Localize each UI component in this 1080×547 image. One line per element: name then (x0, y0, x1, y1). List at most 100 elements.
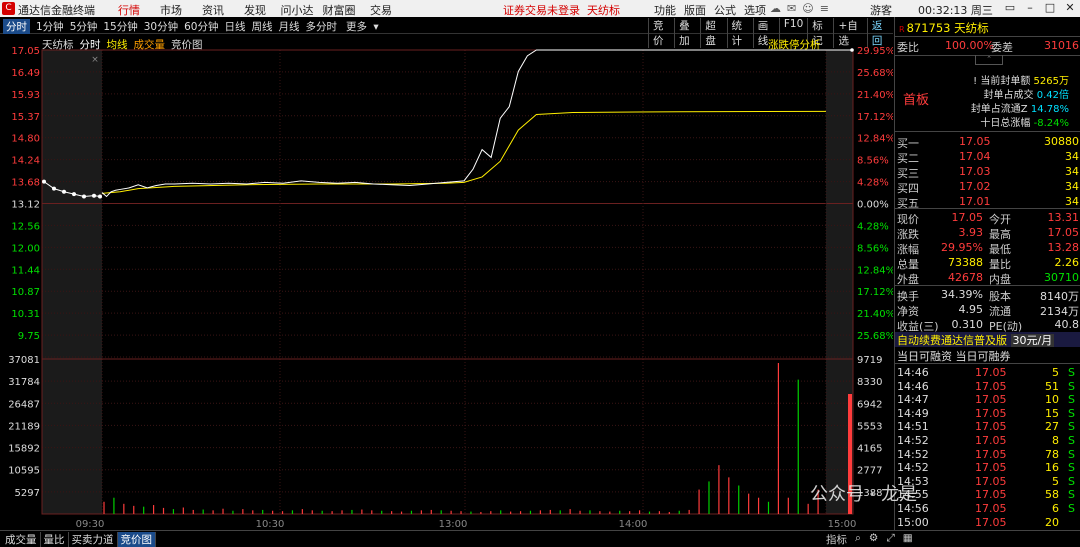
fundamental-row: 收益(三) 0.310 PE(动) 40.8 (897, 318, 1079, 333)
menu-icon[interactable]: ≡ (820, 2, 829, 15)
tab-15min[interactable]: 15分钟 (103, 19, 137, 34)
pct-tick-label: 17.12% (857, 112, 893, 123)
price-tick-label: 14.80 (11, 134, 40, 145)
legend-avg-line: 均线 (106, 39, 128, 51)
cloud-icon[interactable]: ☁ (770, 2, 781, 15)
tab-5min[interactable]: 5分钟 (70, 19, 98, 34)
tab-monthly[interactable]: 月线 (279, 19, 300, 34)
window-controls: ▭ – □ ✕ (1000, 1, 1080, 14)
price-tick-label: 11.44 (11, 265, 40, 276)
menu-trade[interactable]: 交易 (360, 2, 402, 18)
time-tick-label: 13:00 (439, 519, 468, 530)
top-right-menu: 功能 版面 公式 选项 (650, 2, 770, 18)
menu-wealth[interactable]: 财富圈 (318, 2, 360, 18)
tab-multi-intraday[interactable]: 多分时 (306, 19, 338, 34)
pin-icon[interactable]: ▭ (1000, 1, 1020, 14)
quote-row: 外盘 42678 内盘 30710 (897, 271, 1079, 286)
pct-tick-label: 12.84% (857, 134, 893, 145)
quote-panel: R 871753 天纺标 委比 100.00% 委差 31016 ⌃ ! 当前封单… (894, 17, 1080, 530)
tab-intraday[interactable]: 分时 (3, 19, 30, 34)
volume-tick-label: 26487 (8, 399, 40, 410)
clock: 00:32:13 周三 (918, 4, 993, 17)
tab-more[interactable]: 更多 ▾ (343, 19, 379, 34)
stock-code-name[interactable]: R 871753 天纺标 (899, 20, 989, 36)
app-name: 通达信金融终端 (18, 4, 95, 17)
menu-options[interactable]: 选项 (740, 2, 770, 18)
subscription-banner[interactable]: 自动续费通达信普及版 30元/月 (895, 332, 1080, 347)
menu-discover[interactable]: 发现 (234, 2, 276, 18)
price-tick-label: 17.05 (11, 46, 40, 57)
pct-tick-label: 4.28% (857, 178, 889, 189)
auction-point (98, 194, 102, 199)
time-tick-label: 15:00 (828, 519, 857, 530)
pre-auction-area (42, 50, 102, 514)
user-icon[interactable]: ☺ (802, 2, 813, 15)
legend-auction[interactable]: 竞价图 (171, 37, 203, 52)
chart-toolbar: 分时 1分钟 5分钟 15分钟 30分钟 60分钟 日线 周线 月线 多分时 更… (0, 17, 893, 48)
time-tick-label: 09:30 (76, 519, 105, 530)
auction-point (62, 189, 66, 194)
menu-function[interactable]: 功能 (650, 2, 680, 18)
tab-weekly[interactable]: 周线 (252, 19, 273, 34)
volume-tick-label: 6942 (857, 399, 882, 410)
post-auction-point (850, 48, 854, 52)
chart-header: 天纺标 分时 均线 成交量 竞价图 (42, 37, 203, 52)
volume-tick-label: 31784 (8, 377, 40, 388)
app-logo: C (2, 2, 15, 15)
volume-tick-label: 4165 (857, 444, 882, 455)
chart-mode: 分时 (79, 39, 101, 51)
volume-tick-label: 8330 (857, 377, 882, 388)
chart-stock-name: 天纺标 (42, 39, 74, 51)
auction-point (42, 179, 46, 184)
pct-tick-label: 8.56% (857, 156, 889, 167)
chart-border (41, 49, 854, 515)
menu-layout[interactable]: 版面 (680, 2, 710, 18)
menu-news[interactable]: 资讯 (192, 2, 234, 18)
watermark: 公众号 · 龙是 (810, 484, 918, 505)
quote-row: 涨幅 29.95% 最低 13.28 (897, 241, 1079, 256)
menu-formula[interactable]: 公式 (710, 2, 740, 18)
volume-tick-label: 2777 (857, 466, 882, 477)
price-tick-label: 12.56 (11, 221, 40, 232)
trade-row: 14:53 17.05 5 S (897, 474, 1075, 488)
toolbar-icons: ☁ ✉ ☺ ≡ (770, 2, 829, 15)
guest-label[interactable]: 游客 (870, 2, 892, 18)
bid-row[interactable]: 买三 17.03 34 (897, 165, 1079, 180)
bid-row[interactable]: 买四 17.02 34 (897, 180, 1079, 195)
maximize-icon[interactable]: □ (1040, 1, 1060, 14)
trade-row: 14:49 17.05 15 S (897, 406, 1075, 420)
margin-info: 当日可融资 当日可融券 (897, 350, 1011, 363)
tab-30min[interactable]: 30分钟 (144, 19, 178, 34)
pct-tick-label: 0.00% (857, 200, 889, 211)
main-menu: 行情 市场 资讯 发现 问小达 财富圈 交易 (108, 2, 402, 18)
tab-60min[interactable]: 60分钟 (184, 19, 218, 34)
tab-1min[interactable]: 1分钟 (36, 19, 64, 34)
minimize-icon[interactable]: – (1020, 1, 1040, 14)
intraday-chart[interactable]: 17.05 16.49 15.93 15.37 14.80 14.24 13.68 13.12… (0, 34, 893, 530)
limit-analysis-button[interactable]: 涨跌停分析 (768, 37, 821, 52)
menu-ask[interactable]: 问小达 (276, 2, 318, 18)
close-icon[interactable]: ✕ (1060, 1, 1080, 14)
price-tick-label: 12.00 (11, 243, 40, 254)
seal-amount: ! 当前封单额 5265万 (973, 76, 1069, 87)
volume-tick-label: 21189 (8, 421, 40, 432)
volume-tick-label: 5297 (15, 488, 40, 499)
menu-market-quotes[interactable]: 行情 (108, 2, 150, 18)
login-notice[interactable]: 证券交易未登录 天纺标 (503, 2, 620, 18)
auction-point (52, 186, 56, 191)
bid-row[interactable]: 买二 17.04 34 (897, 150, 1079, 165)
menu-market[interactable]: 市场 (150, 2, 192, 18)
order-ratio-row: 委比 100.00% 委差 31016 (897, 39, 1079, 54)
price-tick-label: 10.87 (11, 287, 40, 298)
tab-daily[interactable]: 日线 (225, 19, 246, 34)
chat-icon[interactable]: ✉ (787, 2, 796, 15)
price-tick-label: 9.75 (18, 331, 40, 342)
volume-tick-label: 15892 (8, 444, 40, 455)
seal-vs-float: 封单占流通Z 14.78% (970, 104, 1069, 115)
trade-row: 15:00 17.05 20 (897, 515, 1059, 529)
trade-row: 14:52 17.05 78 S (897, 447, 1075, 461)
auction-point (82, 194, 86, 199)
collapse-icon[interactable]: ⌃ (975, 55, 1003, 65)
bid-row[interactable]: 买一 17.05 30880 (897, 135, 1079, 150)
auction-point (92, 193, 96, 198)
